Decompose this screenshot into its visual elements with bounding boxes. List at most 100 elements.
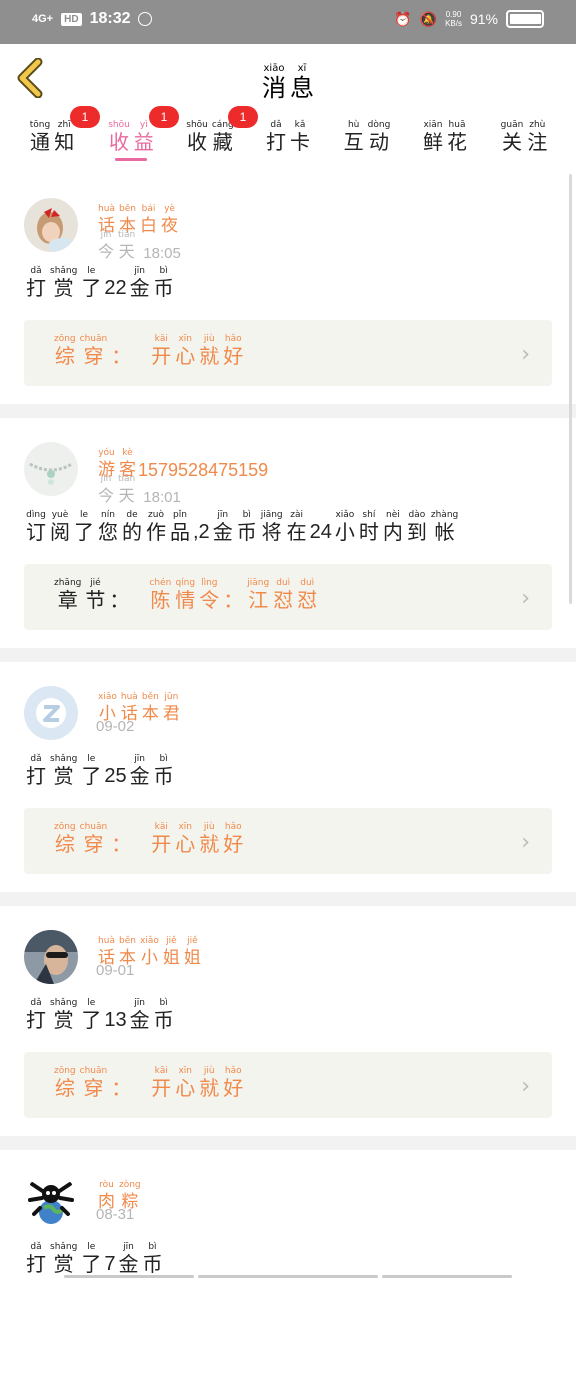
work-link-label: zōng综chuān穿 ： bbox=[52, 822, 133, 856]
message-text: dìng订yuè阅le了nín您de的zuò作pǐn品,2jīn金bì币jiān… bbox=[24, 510, 460, 544]
ruby-char: dào到 bbox=[407, 510, 427, 544]
tab-label: guān关zhù注 bbox=[499, 120, 550, 154]
ruby-char: zhī知 bbox=[54, 120, 74, 154]
tab-label: dǎ打kǎ卡 bbox=[264, 120, 312, 154]
avatar[interactable] bbox=[24, 198, 78, 252]
ruby-char: jiāng将 bbox=[261, 510, 283, 544]
ruby-char: bì币 bbox=[154, 266, 174, 300]
ruby-char: dǎ打 bbox=[26, 1242, 46, 1276]
tab-label: hù互dòng动 bbox=[342, 120, 393, 154]
tab-item[interactable]: guān关zhù注 bbox=[494, 120, 554, 154]
page-title: xiāo消xī息 bbox=[0, 56, 576, 102]
ruby-char: kāi开 bbox=[151, 334, 171, 368]
time-value: 18:01 bbox=[143, 489, 181, 508]
work-link-card[interactable]: zōng综chuān穿 ：kāi开xīn心jiù就hǎo好› bbox=[24, 808, 552, 874]
message-list: huà话běn本bái白yè夜jīn今tiān天18:05dǎ打shǎng赏le… bbox=[0, 174, 576, 1380]
message-card[interactable]: ròu肉zòng粽08-31dǎ打shǎng赏le了7jīn金bì币 bbox=[0, 1150, 576, 1380]
ruby-char: xī息 bbox=[290, 64, 314, 102]
tab-item[interactable]: dǎ打kǎ卡 bbox=[258, 120, 318, 154]
chevron-right-icon: › bbox=[521, 1074, 530, 1099]
ruby-char: jīn金 bbox=[130, 266, 150, 300]
work-link-card[interactable]: zōng综chuān穿 ：kāi开xīn心jiù就hǎo好› bbox=[24, 1052, 552, 1118]
number-text: ,2 bbox=[192, 520, 211, 544]
alarm-icon: ⏰ bbox=[394, 11, 411, 28]
ruby-char: nín您 bbox=[98, 510, 118, 544]
tab-item[interactable]: hù互dòng动 bbox=[337, 120, 397, 154]
chevron-right-icon: › bbox=[521, 586, 530, 611]
ruby-char: zài在 bbox=[287, 510, 307, 544]
ruby-char: dòng动 bbox=[368, 120, 391, 154]
signal-icon: 4G+ bbox=[32, 13, 53, 25]
message-time: jīn今tiān天18:01 bbox=[96, 474, 181, 508]
ruby-char: shǎng赏 bbox=[50, 266, 77, 300]
ruby-char: bì币 bbox=[154, 754, 174, 788]
message-text: dǎ打shǎng赏le了25jīn金bì币 bbox=[24, 754, 176, 788]
time-value: 18:05 bbox=[143, 245, 181, 264]
scrollbar[interactable] bbox=[569, 174, 572, 604]
ruby-char: jīn金 bbox=[118, 1242, 138, 1276]
ruby-char: duì怼 bbox=[297, 578, 317, 612]
message-card[interactable]: huà话běn本xiǎo小jiě姐jiě姐09-01dǎ打shǎng赏le了13… bbox=[0, 906, 576, 1136]
ruby-char: xiān鲜 bbox=[423, 120, 443, 154]
ruby-char: dǎ打 bbox=[26, 998, 46, 1032]
message-text: dǎ打shǎng赏le了13jīn金bì币 bbox=[24, 998, 176, 1032]
avatar[interactable] bbox=[24, 930, 78, 984]
ruby-char: jīn金 bbox=[130, 998, 150, 1032]
punctuation: ： bbox=[111, 334, 131, 368]
tab-item[interactable]: shōu收yì益1 bbox=[101, 120, 161, 161]
ruby-char: kāi开 bbox=[151, 1066, 171, 1100]
ruby-char: xiǎo小 bbox=[140, 936, 159, 970]
tab-item[interactable]: tōng通zhī知1 bbox=[22, 120, 82, 154]
ruby-char: jiù就 bbox=[199, 822, 219, 856]
message-time: jīn今tiān天18:05 bbox=[96, 230, 181, 264]
ruby-char: zōng综 bbox=[54, 822, 76, 856]
message-time: 09-01 bbox=[96, 962, 134, 981]
work-title: kāi开xīn心jiù就hǎo好 bbox=[149, 1066, 245, 1100]
ruby-char: qíng情 bbox=[175, 578, 195, 612]
tab-bar: tōng通zhī知1 shōu收yì益1 shōu收cáng藏1 dǎ打kǎ卡 hù互d… bbox=[0, 114, 576, 174]
work-title: kāi开xīn心jiù就hǎo好 bbox=[149, 822, 245, 856]
ruby-char: chén陈 bbox=[149, 578, 171, 612]
status-bar: 4G+ HD 18:32 ⏰ 🔕 0.90KB/s 91% bbox=[0, 0, 576, 44]
ruby-char: nèi内 bbox=[383, 510, 403, 544]
ruby-char: kǎ卡 bbox=[290, 120, 310, 154]
tab-item[interactable]: xiān鲜huā花 bbox=[415, 120, 475, 154]
avatar[interactable] bbox=[24, 442, 78, 496]
mute-icon: 🔕 bbox=[420, 11, 437, 28]
message-time: 08-31 bbox=[96, 1206, 134, 1225]
punctuation: ： bbox=[109, 578, 129, 612]
ruby-char: xīn心 bbox=[175, 334, 195, 368]
ruby-char: huā花 bbox=[447, 120, 467, 154]
ruby-char: jié节 bbox=[85, 578, 105, 612]
punctuation: ： bbox=[223, 578, 243, 612]
message-card[interactable]: xiǎo小huà话běn本jūn君09-02dǎ打shǎng赏le了25jīn金… bbox=[0, 662, 576, 892]
ruby-char: shōu收 bbox=[186, 120, 208, 154]
ruby-char: zhāng章 bbox=[54, 578, 81, 612]
ruby-char: shǎng赏 bbox=[50, 1242, 77, 1276]
ruby-char: xiāo消 bbox=[262, 64, 286, 102]
avatar[interactable] bbox=[24, 1174, 78, 1228]
app-notification-icon bbox=[138, 12, 152, 26]
ruby-char: shǎng赏 bbox=[50, 754, 77, 788]
work-link-card[interactable]: zhāng章jié节 ：chén陈qíng情lìng令 ：jiāng江duì怼d… bbox=[24, 564, 552, 630]
number-text: 7 bbox=[103, 1252, 116, 1276]
divider bbox=[0, 1136, 576, 1150]
message-card[interactable]: huà话běn本bái白yè夜jīn今tiān天18:05dǎ打shǎng赏le… bbox=[0, 174, 576, 404]
ruby-char: tiān天 bbox=[118, 474, 135, 508]
number-text: 24 bbox=[309, 520, 333, 544]
ruby-char: kāi开 bbox=[151, 822, 171, 856]
ruby-char: yì益 bbox=[134, 120, 154, 154]
work-link-label: zōng综chuān穿 ： bbox=[52, 334, 133, 368]
tab-label: shōu收yì益 bbox=[106, 120, 156, 154]
tab-item[interactable]: shōu收cáng藏1 bbox=[180, 120, 240, 154]
work-link-card[interactable]: zōng综chuān穿 ：kāi开xīn心jiù就hǎo好› bbox=[24, 320, 552, 386]
ruby-char: yuè阅 bbox=[50, 510, 70, 544]
ruby-char: zōng综 bbox=[54, 1066, 76, 1100]
ruby-char: dǎ打 bbox=[266, 120, 286, 154]
message-card[interactable]: yóu游kè客1579528475159jīn今tiān天18:01dìng订y… bbox=[0, 418, 576, 648]
ruby-char: xīn心 bbox=[175, 822, 195, 856]
avatar[interactable] bbox=[24, 686, 78, 740]
ruby-char: le了 bbox=[81, 998, 101, 1032]
ruby-char: lìng令 bbox=[199, 578, 219, 612]
ruby-char: chuān穿 bbox=[80, 334, 108, 368]
